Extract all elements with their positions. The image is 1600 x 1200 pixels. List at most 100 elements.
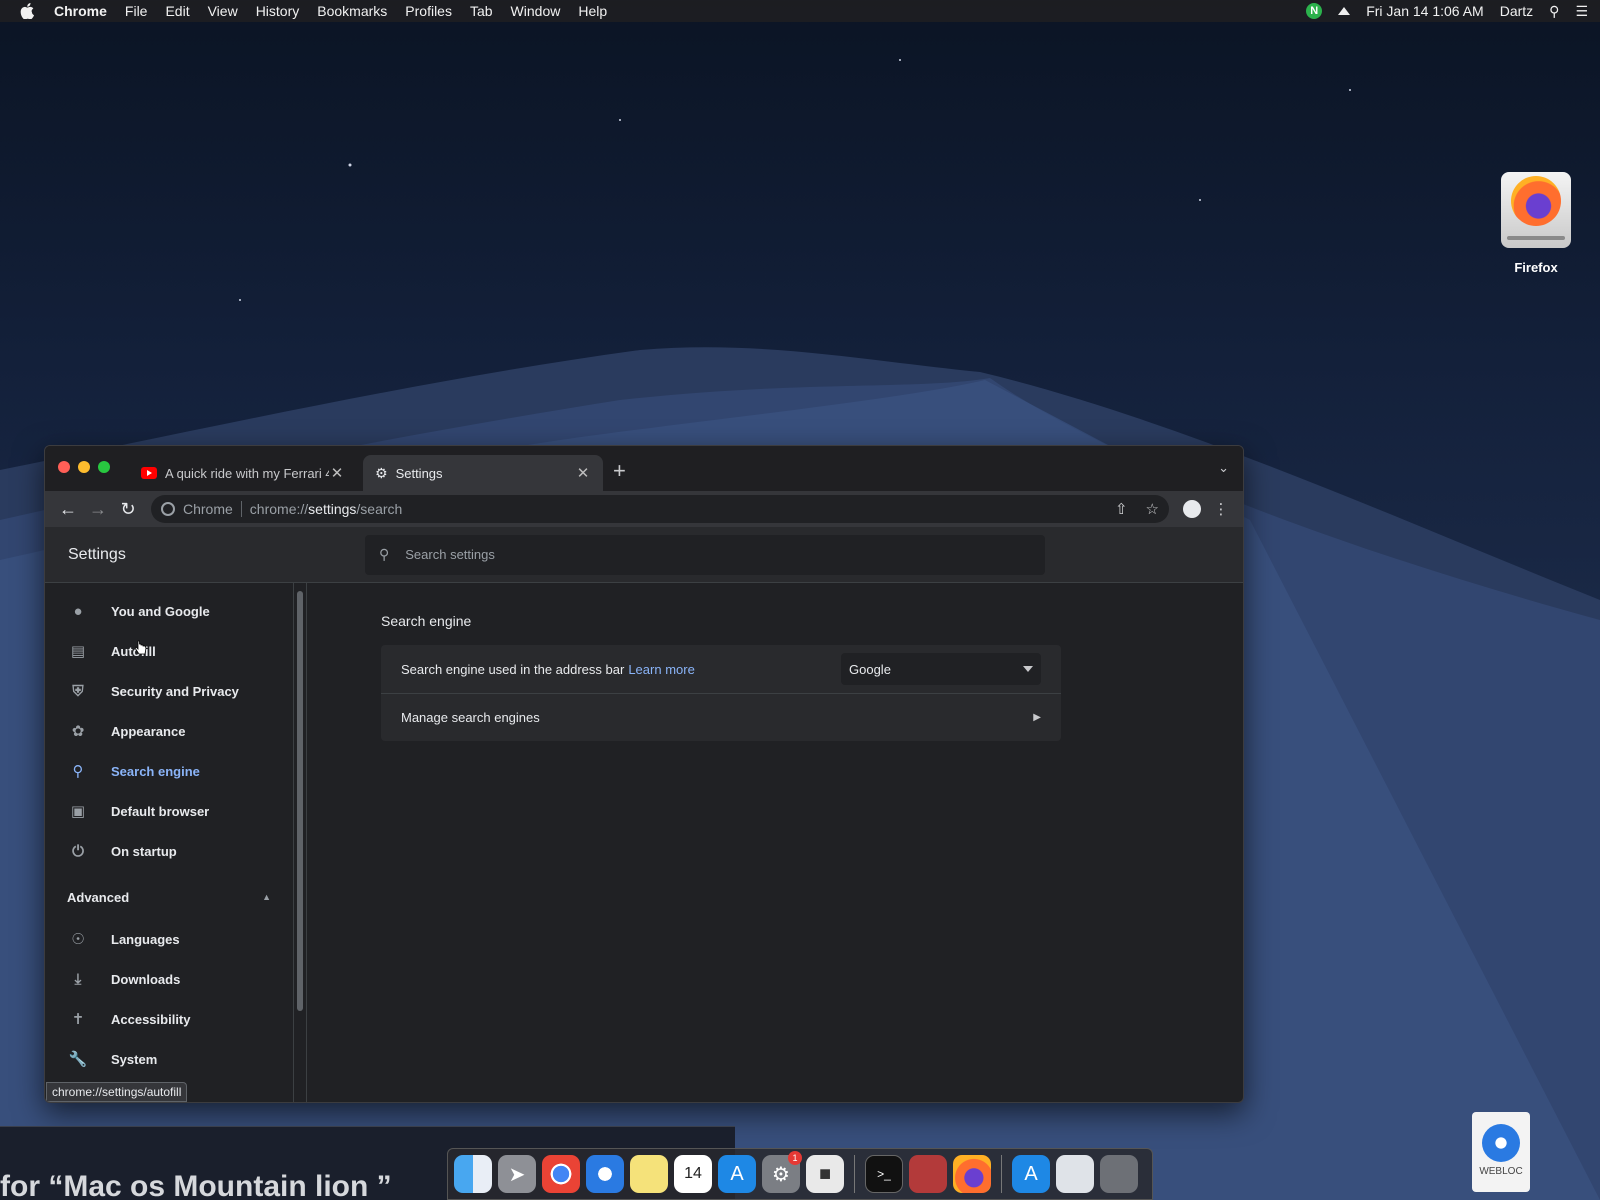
sidebar-item-autofill[interactable]: ▤ Autofill [45, 631, 293, 671]
window-controls [58, 461, 110, 473]
tab-title: A quick ride with my Ferrari 48 [165, 465, 329, 481]
safari-icon[interactable] [586, 1155, 624, 1193]
reload-button[interactable]: ↻ [113, 499, 143, 520]
address-bar[interactable]: Chrome chrome://settings/search ⇧ ☆ [151, 495, 1169, 523]
menu-edit[interactable]: Edit [165, 3, 189, 19]
background-window-text: for “Mac os Mountain lion ” [0, 1170, 392, 1200]
chrome-menu-icon[interactable]: ⋮ [1207, 500, 1235, 518]
palette-icon: ✿ [71, 723, 85, 740]
system-preferences-icon[interactable]: ⚙ 1 [762, 1151, 802, 1193]
control-center-icon[interactable]: ☰ [1575, 3, 1588, 20]
firefox-desktop-icon[interactable]: Firefox [1496, 172, 1576, 275]
chrome-icon[interactable] [542, 1155, 580, 1193]
tab-settings[interactable]: ⚙ Settings ✕ [363, 455, 603, 491]
launchpad-icon[interactable]: ➤ [498, 1155, 536, 1193]
notes-icon[interactable] [630, 1155, 668, 1193]
search-engine-select[interactable]: Google [841, 653, 1041, 685]
share-icon[interactable]: ⇧ [1115, 500, 1128, 518]
sidebar-item-security[interactable]: ⛨ Security and Privacy [45, 671, 293, 711]
close-window-button[interactable] [58, 461, 70, 473]
manage-search-engines-row[interactable]: Manage search engines ▶ [381, 693, 1061, 741]
close-tab-icon[interactable]: ✕ [575, 464, 591, 482]
sidebar-item-you-and-google[interactable]: ● You and Google [45, 591, 293, 631]
youtube-icon [141, 467, 157, 479]
close-tab-icon[interactable]: ✕ [329, 464, 345, 482]
firefox-icon[interactable] [953, 1155, 991, 1193]
safari-compass-icon [1482, 1124, 1520, 1162]
document-icon[interactable] [1056, 1155, 1094, 1193]
sidebar-item-label: Security and Privacy [111, 683, 239, 699]
tab-youtube[interactable]: A quick ride with my Ferrari 48 ✕ [129, 455, 357, 491]
url-text: chrome://settings/search [249, 501, 403, 517]
zoom-window-button[interactable] [98, 461, 110, 473]
selected-engine: Google [849, 661, 891, 677]
learn-more-link[interactable]: Learn more [628, 662, 694, 677]
profile-avatar[interactable] [1183, 500, 1201, 518]
menu-window[interactable]: Window [511, 3, 561, 19]
page-title: Settings [68, 545, 126, 563]
dock: ➤ 14 A ⚙ 1 ■ >_ A [447, 1148, 1153, 1200]
applications-folder-icon[interactable]: A [1012, 1155, 1050, 1193]
search-settings-input[interactable]: ⚲ Search settings [365, 534, 1045, 575]
app-store-icon[interactable]: A [718, 1155, 756, 1193]
sidebar-scrollbar[interactable] [293, 583, 307, 1102]
tab-search-chevron-icon[interactable]: ⌄ [1218, 460, 1229, 476]
menubar-clock[interactable]: Fri Jan 14 1:06 AM [1366, 3, 1484, 19]
calendar-icon[interactable]: 14 [674, 1155, 712, 1193]
menu-bookmarks[interactable]: Bookmarks [317, 3, 387, 19]
power-icon: ⏻ [72, 842, 84, 860]
menu-view[interactable]: View [208, 3, 238, 19]
forward-button[interactable]: → [83, 499, 113, 520]
settings-body: ● You and Google ▤ Autofill ⛨ Security a… [45, 583, 1243, 1102]
bookmark-star-icon[interactable]: ☆ [1146, 500, 1159, 518]
menu-profiles[interactable]: Profiles [405, 3, 452, 19]
finder-icon[interactable] [454, 1155, 492, 1193]
status-app-icon[interactable]: N [1306, 3, 1323, 19]
chrome-window: A quick ride with my Ferrari 48 ✕ ⚙ Sett… [44, 445, 1244, 1103]
sidebar-item-accessibility[interactable]: ✝ Accessibility [45, 999, 293, 1039]
section-title: Search engine [381, 613, 472, 629]
sidebar-item-on-startup[interactable]: ⏻ On startup [45, 831, 293, 871]
sidebar-item-label: Search engine [111, 763, 200, 779]
minimize-window-button[interactable] [78, 461, 90, 473]
scrollbar-thumb[interactable] [297, 591, 303, 1011]
sidebar-item-appearance[interactable]: ✿ Appearance [45, 711, 293, 751]
webloc-label: WEBLOC [1479, 1166, 1523, 1177]
menu-tab[interactable]: Tab [470, 3, 493, 19]
hand-cursor-icon [135, 640, 147, 655]
new-tab-button[interactable]: + [613, 458, 626, 484]
apple-menu-icon[interactable] [20, 3, 34, 19]
sidebar-advanced-toggle[interactable]: Advanced ▲ [45, 875, 293, 919]
chrome-site-icon [161, 502, 175, 516]
chevron-right-icon: ▶ [1033, 712, 1041, 723]
back-button[interactable]: ← [53, 499, 83, 520]
shield-icon: ⛨ [72, 682, 84, 700]
sidebar-item-search-engine[interactable]: ⚲ Search engine [45, 751, 293, 791]
roblox-icon[interactable]: ■ [806, 1155, 844, 1193]
eject-icon[interactable] [1338, 7, 1351, 15]
download-icon: ⤓ [74, 970, 82, 988]
trash-icon[interactable] [1100, 1155, 1138, 1193]
search-engine-card: Search engine used in the address bar Le… [381, 645, 1061, 741]
spotlight-icon[interactable]: ⚲ [1549, 3, 1559, 20]
menu-file[interactable]: File [125, 3, 148, 19]
sidebar-item-downloads[interactable]: ⤓ Downloads [45, 959, 293, 999]
menu-history[interactable]: History [256, 3, 300, 19]
sidebar-item-default-browser[interactable]: ▣ Default browser [45, 791, 293, 831]
person-icon: ● [73, 602, 83, 620]
terminal-icon[interactable]: >_ [865, 1155, 903, 1193]
notification-badge: 1 [788, 1151, 802, 1165]
sidebar-item-system[interactable]: 🔧 System [45, 1039, 293, 1079]
dropdown-arrow-icon [1023, 666, 1033, 672]
menu-help[interactable]: Help [578, 3, 607, 19]
accessibility-icon: ✝ [71, 1011, 85, 1028]
sidebar-item-label: You and Google [111, 603, 210, 619]
menubar-user[interactable]: Dartz [1500, 3, 1533, 19]
sidebar-item-label: Default browser [111, 803, 210, 819]
settings-content: Search engine Search engine used in the … [307, 583, 1243, 1102]
caret-up-icon: ▲ [262, 892, 271, 902]
photo-booth-icon[interactable] [909, 1155, 947, 1193]
webloc-file-icon[interactable]: WEBLOC [1472, 1112, 1530, 1192]
menu-app-chrome[interactable]: Chrome [54, 3, 107, 19]
sidebar-item-languages[interactable]: ☉ Languages [45, 919, 293, 959]
